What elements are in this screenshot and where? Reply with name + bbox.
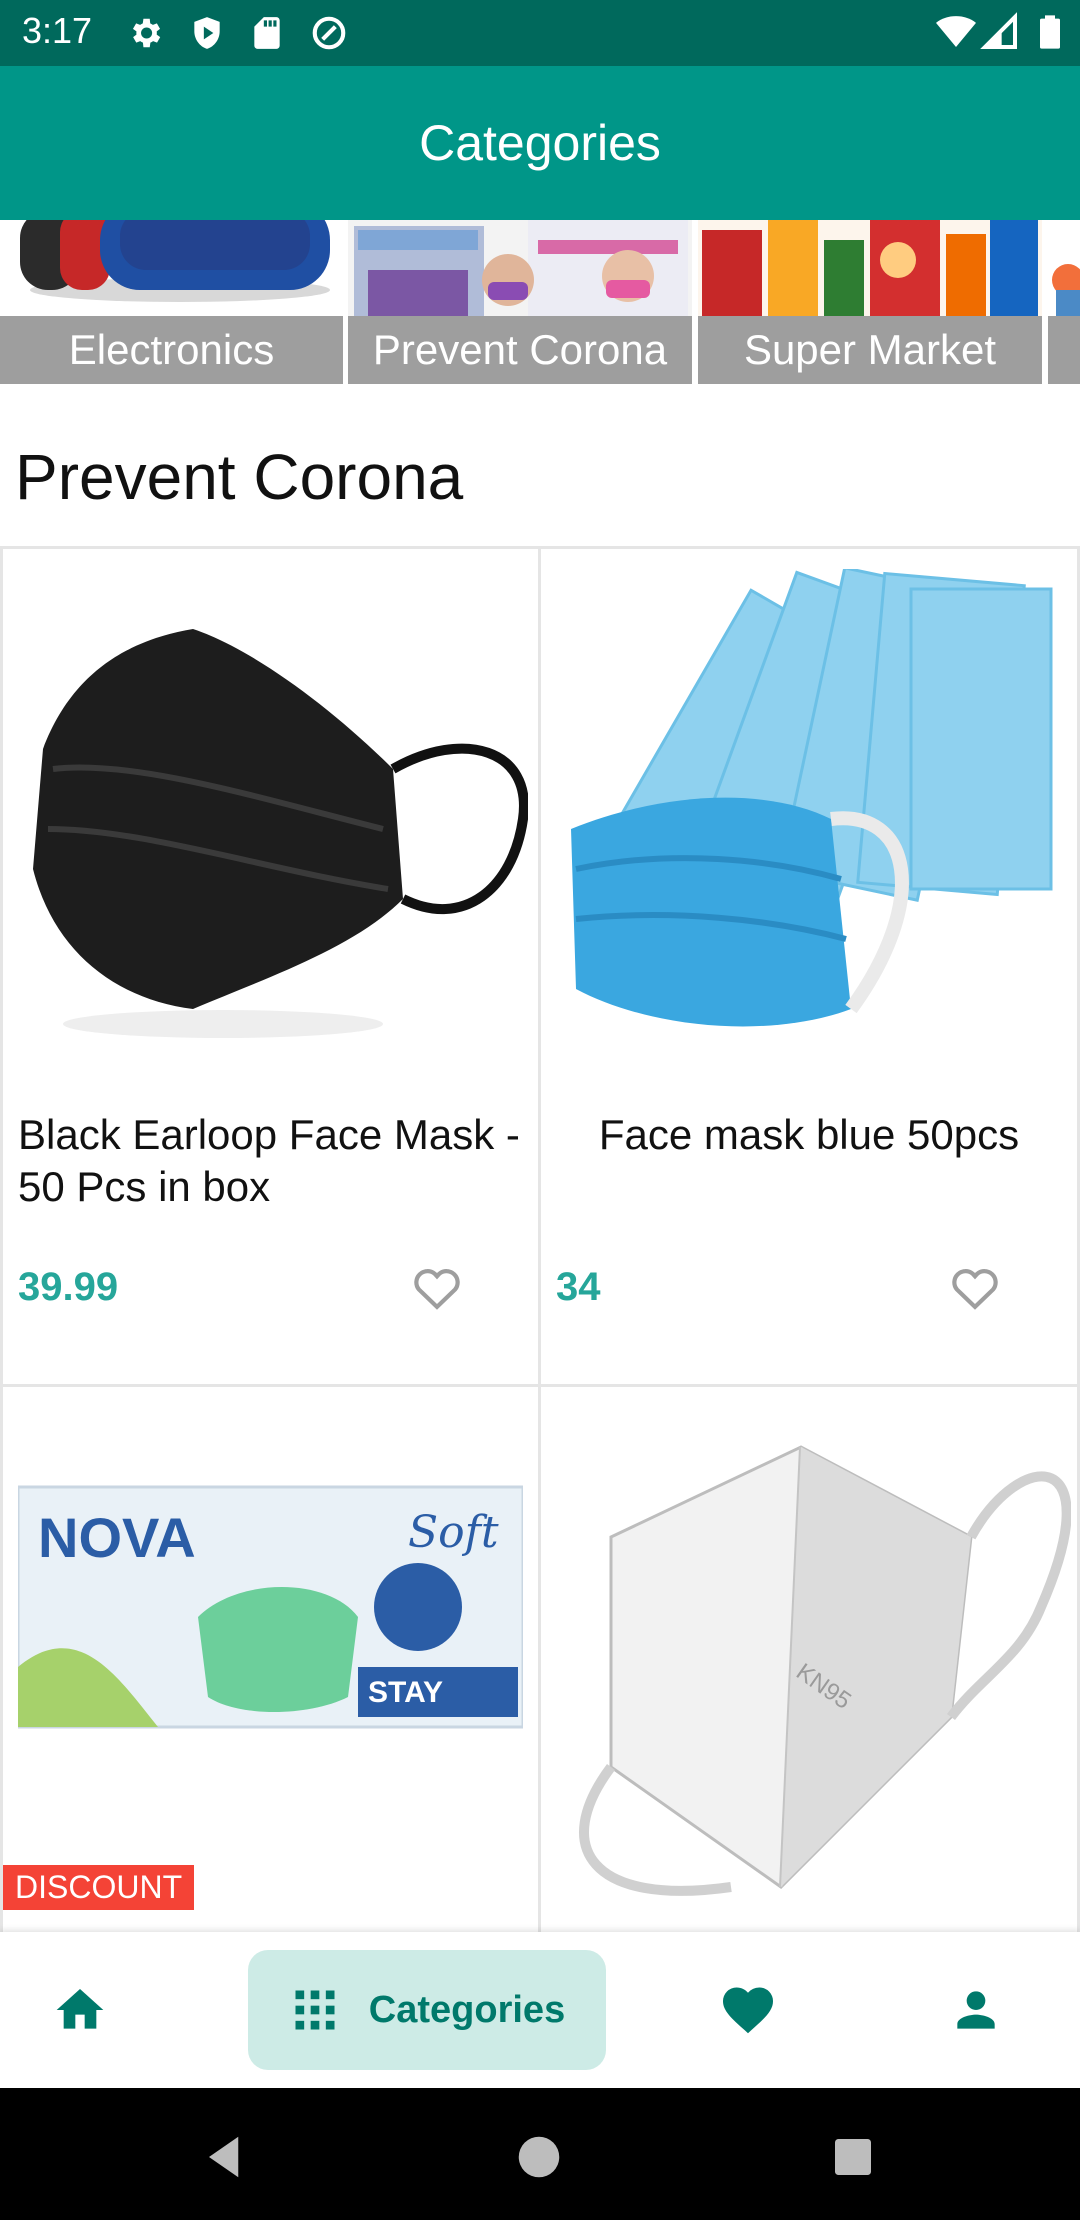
grid-icon xyxy=(295,1990,335,2030)
product-price: 34 xyxy=(556,1265,601,1309)
recents-icon[interactable] xyxy=(826,2130,880,2184)
category-strip[interactable]: Electronics Prevent Corona Super Market xyxy=(0,220,1080,384)
product-card-black-mask[interactable]: Black Earloop Face Mask - 50 Pcs in box … xyxy=(3,549,538,1384)
groceries-image xyxy=(698,220,1042,316)
nav-categories-label: Categories xyxy=(368,1988,566,2031)
wifi-icon xyxy=(936,16,976,47)
back-icon[interactable] xyxy=(200,2130,254,2184)
product-name: Face mask blue 50pcs xyxy=(598,1111,1020,1158)
svg-text:NOVA: NOVA xyxy=(38,1506,196,1569)
status-bar: 3:17 xyxy=(0,0,1080,66)
battery-icon xyxy=(1040,15,1060,49)
signal-icon xyxy=(980,12,1017,49)
system-navigation-bar xyxy=(0,2088,1080,2220)
status-time: 3:17 xyxy=(22,10,93,51)
category-label xyxy=(1048,316,1080,384)
face-mask-boxes-image xyxy=(348,220,692,316)
nova-mask-box-image: NOVA Soft STAY xyxy=(18,1447,523,1767)
at-sign-icon xyxy=(312,16,346,50)
kn95-mask-image: KN95 xyxy=(551,1387,1071,1907)
home-circle-icon[interactable] xyxy=(512,2130,566,2184)
home-icon xyxy=(56,1989,104,2029)
heart-outline-icon[interactable] xyxy=(407,1259,467,1315)
section-title: Prevent Corona xyxy=(15,441,464,513)
blue-mask-image xyxy=(551,569,1066,1069)
settings-icon xyxy=(132,18,161,48)
product-price: 39.99 xyxy=(18,1265,119,1309)
page-title: Categories xyxy=(419,115,661,171)
category-label: Electronics xyxy=(0,316,343,384)
nav-home[interactable] xyxy=(30,1932,130,2088)
speaker-image xyxy=(0,220,343,316)
category-label: Prevent Corona xyxy=(348,316,692,384)
bottom-navigation: Categories xyxy=(0,1932,1080,2088)
svg-text:Soft: Soft xyxy=(408,1507,499,1558)
category-card-super-market[interactable]: Super Market xyxy=(698,220,1042,384)
app-bar: Categories xyxy=(0,66,1080,220)
heart-icon xyxy=(722,1987,774,2034)
heart-outline-icon[interactable] xyxy=(945,1259,1005,1315)
screen: 3:17 Categories Electronics Prevent Coro… xyxy=(0,0,1080,2220)
discount-badge: DISCOUNT xyxy=(3,1865,195,1910)
nav-favorites[interactable] xyxy=(698,1932,798,2088)
product-card-kn95-mask[interactable]: KN95 xyxy=(541,1387,1077,1932)
nav-profile[interactable] xyxy=(926,1932,1026,2088)
nav-categories[interactable]: Categories xyxy=(248,1950,606,2070)
category-card-partial[interactable] xyxy=(1048,220,1080,384)
category-label: Super Market xyxy=(698,316,1042,384)
svg-text:STAY: STAY xyxy=(368,1676,443,1709)
product-name: Black Earloop Face Mask - 50 Pcs in box xyxy=(18,1111,520,1210)
black-mask-image xyxy=(13,569,528,1069)
sd-card-icon xyxy=(254,17,280,49)
shield-play-icon xyxy=(194,17,220,49)
category-card-electronics[interactable]: Electronics xyxy=(0,220,343,384)
category-image xyxy=(1048,220,1080,316)
product-card-nova-mask[interactable]: NOVA Soft STAY DISCOUNT xyxy=(3,1387,538,1932)
product-card-blue-mask[interactable]: Face mask blue 50pcs 34 xyxy=(541,549,1077,1384)
person-icon xyxy=(957,1991,995,2029)
category-card-prevent-corona[interactable]: Prevent Corona xyxy=(348,220,692,384)
